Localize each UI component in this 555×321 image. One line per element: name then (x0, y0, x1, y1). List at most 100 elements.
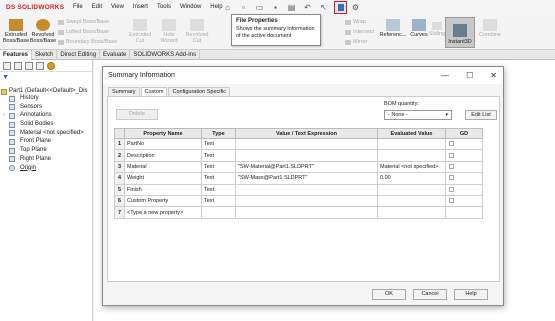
combine-button[interactable]: Combine (477, 19, 503, 38)
configuration-manager-icon[interactable] (25, 61, 33, 70)
tree-item-front-plane[interactable]: Front Plane (0, 137, 93, 146)
type-cell[interactable] (201, 206, 236, 219)
curves-button[interactable]: Curves (408, 19, 430, 38)
lofted-boss-button[interactable]: Lofted Boss/Base (58, 29, 109, 35)
select-icon[interactable]: ↖ (318, 2, 329, 13)
reference-geometry-button[interactable]: Referenc... (378, 19, 408, 38)
gd-checkbox[interactable] (449, 164, 454, 170)
cancel-button[interactable]: Cancel (413, 289, 447, 300)
edit-list-button[interactable]: Edit List (465, 110, 497, 120)
property-name-cell[interactable]: Weight (124, 172, 202, 185)
menu-edit[interactable]: Edit (92, 4, 102, 10)
row-number[interactable]: 7 (114, 206, 125, 219)
row-number[interactable]: 4 (114, 172, 125, 185)
value-cell[interactable] (235, 183, 378, 196)
mirror-button[interactable]: Mirror (345, 39, 367, 45)
close-icon[interactable]: ✕ (490, 71, 497, 80)
value-cell[interactable] (235, 149, 378, 162)
type-cell[interactable]: Text (201, 172, 236, 185)
intersect-button[interactable]: Intersect (345, 29, 374, 35)
menu-file[interactable]: File (73, 4, 83, 10)
revolved-cut-button[interactable]: Revolved Cut (184, 19, 210, 45)
menu-view[interactable]: View (111, 4, 124, 10)
wrap-button[interactable]: Wrap (345, 19, 366, 25)
gd-checkbox[interactable] (449, 175, 454, 181)
value-cell[interactable]: "SW-Material@Part1.SLDPRT" (235, 160, 378, 174)
file-properties-button[interactable] (334, 1, 347, 14)
row-number[interactable]: 3 (114, 160, 125, 174)
gd-checkbox[interactable] (449, 186, 454, 192)
display-manager-icon[interactable] (47, 61, 55, 70)
tree-item-top-plane[interactable]: Top Plane (0, 146, 93, 155)
header-property-name[interactable]: Property Name (124, 128, 202, 139)
tab-addins[interactable]: SOLIDWORKS Add-Ins (130, 50, 201, 60)
revolved-boss-button[interactable]: Revolved Boss/Base (30, 19, 56, 45)
value-cell[interactable]: "SW-Mass@Part1.SLDPRT" (235, 172, 378, 185)
type-cell[interactable]: Text (201, 183, 236, 196)
tree-item-solid-bodies[interactable]: Solid Bodies (0, 120, 93, 129)
tab-sketch[interactable]: Sketch (32, 50, 58, 60)
maximize-icon[interactable]: ☐ (466, 71, 473, 80)
row-number[interactable]: 2 (114, 149, 125, 162)
ok-button[interactable]: OK (372, 289, 406, 300)
tab-evaluate[interactable]: Evaluate (100, 50, 131, 60)
type-cell[interactable]: Text (201, 160, 236, 174)
property-name-cell[interactable]: Material (124, 160, 202, 174)
tree-item-sensors[interactable]: Sensors (0, 103, 93, 112)
property-name-cell[interactable]: PartNo (124, 137, 202, 151)
filter-icon[interactable]: ▼ (2, 74, 9, 81)
delete-button[interactable]: Delete (116, 109, 158, 120)
swept-boss-button[interactable]: Swept Boss/Base (58, 19, 109, 25)
row-number[interactable]: 6 (114, 194, 125, 208)
feature-tree-icon[interactable] (3, 61, 11, 70)
menu-tools[interactable]: Tools (157, 4, 171, 10)
row-number[interactable]: 5 (114, 183, 125, 196)
tree-item-history[interactable]: History (0, 94, 93, 103)
open-folder-icon[interactable]: ▭ (254, 2, 265, 13)
tree-item-origin[interactable]: Origin (0, 164, 93, 173)
type-cell[interactable]: Text (201, 194, 236, 208)
gd-checkbox[interactable] (449, 152, 454, 158)
print-icon[interactable]: ▤ (286, 2, 297, 13)
save-icon[interactable]: ▪ (270, 2, 281, 13)
header-evaluated-value[interactable]: Evaluated Value (377, 128, 446, 139)
tree-item-right-plane[interactable]: Right Plane (0, 155, 93, 164)
property-manager-icon[interactable] (14, 61, 22, 70)
minimize-icon[interactable]: — (441, 71, 449, 80)
dimxpert-icon[interactable] (36, 61, 44, 70)
tree-item-annotations[interactable]: › Annotations (0, 111, 93, 120)
menu-window[interactable]: Window (180, 4, 201, 10)
header-type[interactable]: Type (201, 128, 236, 139)
undo-icon[interactable]: ↶ (302, 2, 313, 13)
sliding-button[interactable]: Sliding (428, 22, 446, 37)
tab-features[interactable]: Features (0, 50, 33, 60)
property-name-cell[interactable]: Custom Property (124, 194, 202, 208)
home-icon[interactable]: ⌂ (222, 2, 233, 13)
value-cell[interactable] (235, 194, 378, 208)
options-icon[interactable]: ⚙ (350, 2, 361, 13)
header-gd[interactable]: GD (445, 128, 483, 139)
help-button[interactable]: Help (454, 289, 488, 300)
type-cell[interactable]: Text (201, 149, 236, 162)
new-property-cell[interactable]: <Type a new property> (124, 206, 202, 219)
expand-arrow-icon[interactable]: › (3, 111, 5, 120)
tab-custom[interactable]: Custom (140, 87, 168, 96)
instant3d-button[interactable]: Instant3D (445, 17, 475, 48)
extruded-cut-button[interactable]: Extruded Cut (128, 19, 152, 45)
gd-checkbox[interactable] (449, 141, 454, 147)
boundary-boss-button[interactable]: Boundary Boss/Base (58, 39, 117, 45)
bom-quantity-select[interactable]: - None - ▾ (384, 110, 452, 120)
type-cell[interactable]: Text (201, 137, 236, 151)
new-document-icon[interactable]: ▫ (238, 2, 249, 13)
menu-help[interactable]: Help (210, 4, 222, 10)
property-name-cell[interactable]: Finish (124, 183, 202, 196)
value-cell[interactable] (235, 137, 378, 151)
tab-direct-editing[interactable]: Direct Editing (57, 50, 101, 60)
property-name-cell[interactable]: Description (124, 149, 202, 162)
menu-insert[interactable]: Insert (133, 4, 148, 10)
tab-configuration-specific[interactable]: Configuration Specific (168, 87, 230, 96)
gd-checkbox[interactable] (449, 198, 454, 204)
row-number[interactable]: 1 (114, 137, 125, 151)
header-value[interactable]: Value / Text Expression (235, 128, 378, 139)
value-cell[interactable] (235, 206, 378, 219)
